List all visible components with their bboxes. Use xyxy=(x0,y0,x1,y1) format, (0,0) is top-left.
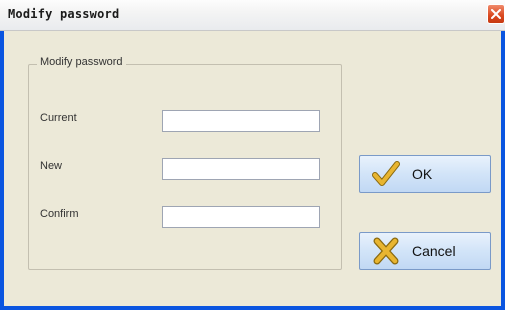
ok-button-label: OK xyxy=(412,166,433,182)
modify-password-dialog: Modify password Modify password Current … xyxy=(0,0,505,310)
close-icon xyxy=(491,9,501,19)
groupbox-title: Modify password xyxy=(37,56,126,68)
current-password-label: Current xyxy=(40,112,77,124)
cancel-button[interactable]: Cancel xyxy=(359,232,491,270)
new-password-input[interactable] xyxy=(162,158,320,180)
new-password-label: New xyxy=(40,160,63,172)
cancel-button-label: Cancel xyxy=(412,243,456,259)
checkmark-icon xyxy=(372,160,400,188)
cross-icon xyxy=(372,237,400,265)
title-bar[interactable]: Modify password xyxy=(0,0,505,31)
ok-button[interactable]: OK xyxy=(359,155,491,193)
close-button[interactable] xyxy=(487,4,505,24)
current-password-input[interactable] xyxy=(162,110,320,132)
confirm-password-input[interactable] xyxy=(162,206,320,228)
confirm-password-label: Confirm xyxy=(40,208,79,220)
window-title: Modify password xyxy=(8,7,120,21)
